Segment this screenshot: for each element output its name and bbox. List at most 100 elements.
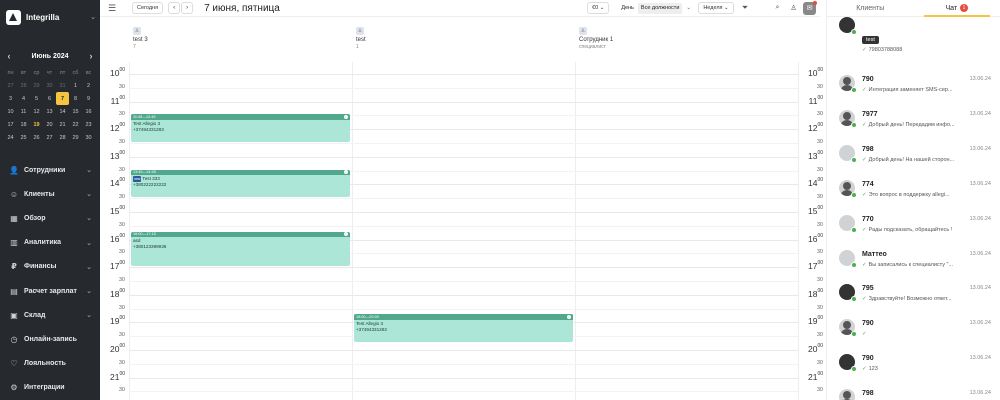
chat-item[interactable]: Маттео 13.06.24 ✓ Вы записались к специалис… xyxy=(827,247,1000,281)
logo-icon xyxy=(6,9,21,25)
info-icon[interactable]: i xyxy=(567,315,571,320)
mini-calendar-day[interactable]: 20 xyxy=(43,118,56,131)
zoom-icon[interactable]: ⌕ xyxy=(771,2,784,15)
mini-calendar-day[interactable]: 9 xyxy=(82,92,95,105)
appointment-card[interactable]: 19:00—20:00 i Test Allegio 3 +37494331283 xyxy=(354,314,573,342)
mini-calendar-day[interactable]: 18 xyxy=(17,118,30,131)
sidebar-item-payroll[interactable]: ▤ Расчет зарплат ⌄ xyxy=(0,279,100,303)
sidebar-item-finance[interactable]: ₽ Финансы ⌄ xyxy=(0,255,100,279)
mini-calendar-day[interactable]: 4 xyxy=(17,92,30,105)
sidebar-item-label: Интеграции xyxy=(24,384,65,392)
mini-calendar-day[interactable]: 10 xyxy=(4,105,17,118)
mini-calendar-day[interactable]: 15 xyxy=(69,105,82,118)
sidebar-item-label: Лояльность xyxy=(24,360,66,368)
chat-item[interactable]: 7977 13.06.24 ✓ Добрый день! Передадим инфо… xyxy=(827,107,1000,141)
online-indicator xyxy=(851,87,857,93)
mini-calendar-day[interactable]: 19 xyxy=(30,118,43,131)
sidebar-item-warehouse[interactable]: ▣ Склад ⌄ xyxy=(0,303,100,327)
sidebar-item-overview[interactable]: ▦ Обзор ⌄ xyxy=(0,206,100,230)
chat-item[interactable]: 790 13.06.24 ✓ xyxy=(827,316,1000,350)
brand[interactable]: Integrilla ⌄ xyxy=(6,9,96,25)
mini-calendar-day[interactable]: 6 xyxy=(43,92,56,105)
chat-item[interactable]: 770 13.06.24 ✓ Рады подсказать, обращайтесь… xyxy=(827,212,1000,246)
mini-calendar-day[interactable]: 2 xyxy=(82,79,95,92)
appointment-card[interactable]: 16:00—17:15 i asd +380123399936 xyxy=(131,231,350,267)
mini-calendar-day[interactable]: 8 xyxy=(69,92,82,105)
mini-calendar-day[interactable]: 24 xyxy=(4,131,17,144)
sidebar-item-analytics[interactable]: ▥ Аналитика ⌄ xyxy=(0,231,100,255)
mini-calendar-day[interactable]: 1 xyxy=(69,79,82,92)
chevron-down-icon: ⌄ xyxy=(86,191,92,199)
mini-calendar-day[interactable]: 28 xyxy=(17,79,30,92)
chat-item[interactable]: 795 13.06.24 ✓ Здравствуйте! Возможно ответ… xyxy=(827,281,1000,315)
chat-item[interactable]: 790 13.06.24 ✓ Интеграция заменяет SMS-сер.… xyxy=(827,72,1000,106)
time-label-hour: 2100 xyxy=(808,371,823,382)
mini-calendar-day[interactable]: 12 xyxy=(30,105,43,118)
add-user-icon[interactable]: ♙ xyxy=(787,2,800,15)
chat-item[interactable]: 774 13.06.24 ✓ Это вопрос в поддержку alleg… xyxy=(827,177,1000,211)
appointment-card[interactable]: 13:45—14:45 i new Test 333 +380222222222 xyxy=(131,169,350,198)
time-labels-right: 1000 30 1100 30 1200 30 1300 30 1400 30 1500 30 1600… xyxy=(798,62,826,400)
today-button[interactable]: Сегодня xyxy=(132,2,164,14)
minute-value: 00 xyxy=(119,287,125,294)
chat-item[interactable]: ✓ 79803788088 test xyxy=(827,14,1000,53)
chat-item[interactable]: 790 13.06.24 ✓ 123 xyxy=(827,351,1000,385)
mini-calendar-day[interactable]: 16 xyxy=(82,105,95,118)
sidebar-item-integrations[interactable]: ⚙ Интеграции xyxy=(0,376,100,400)
mini-calendar-day[interactable]: 30 xyxy=(82,131,95,144)
chat-item[interactable]: 79813.06.24✓ xyxy=(827,386,1000,400)
mini-calendar-day[interactable]: 21 xyxy=(56,118,69,131)
mini-calendar-day[interactable]: 22 xyxy=(69,118,82,131)
info-icon[interactable]: i xyxy=(344,170,348,175)
mini-calendar-day[interactable]: 14 xyxy=(56,105,69,118)
mini-calendar-day[interactable]: 28 xyxy=(56,131,69,144)
view-day-button[interactable]: День xyxy=(621,5,634,11)
mini-calendar-next-button[interactable]: › xyxy=(86,51,96,61)
notifications-icon[interactable]: ✉ xyxy=(803,0,817,15)
sidebar-item-online-booking[interactable]: ◷ Онлайн-запись xyxy=(0,327,100,351)
time-label-hour: 1000 xyxy=(808,67,823,78)
info-icon[interactable]: i xyxy=(344,232,348,237)
positions-filter[interactable]: Все должности xyxy=(637,2,683,14)
currency-select[interactable]: €0 ⌄ xyxy=(587,2,610,14)
mini-calendar-day[interactable]: 17 xyxy=(4,118,17,131)
mini-calendar-day[interactable]: 13 xyxy=(43,105,56,118)
staff-column-header[interactable]: ♙ test 1 xyxy=(356,27,571,50)
mini-calendar-day[interactable]: 30 xyxy=(43,79,56,92)
chevron-down-icon[interactable]: ⌄ xyxy=(686,5,691,11)
minute-value: 00 xyxy=(119,232,125,239)
sidebar-item-loyalty[interactable]: ♡ Лояльность xyxy=(0,352,100,376)
next-day-button[interactable]: › xyxy=(181,2,194,14)
mini-calendar-day[interactable]: 31 xyxy=(56,79,69,92)
time-label-hour: 1500 xyxy=(110,205,125,216)
mini-calendar-day[interactable]: 7 xyxy=(56,92,69,105)
mini-calendar-day[interactable]: 5 xyxy=(30,92,43,105)
mini-calendar-day[interactable]: 27 xyxy=(43,131,56,144)
prev-day-button[interactable]: ‹ xyxy=(168,2,181,14)
view-week-select[interactable]: Неделя ⌄ xyxy=(698,2,734,14)
sidebar-item-users[interactable]: 👤 Сотрудники ⌄ xyxy=(0,158,100,182)
staff-column-header[interactable]: ♙ test 37 xyxy=(133,27,348,50)
half-hour-line xyxy=(129,198,798,200)
mini-calendar-prev-button[interactable]: ‹ xyxy=(4,51,14,61)
mini-calendar-day[interactable]: 27 xyxy=(4,79,17,92)
mini-calendar-day[interactable]: 23 xyxy=(82,118,95,131)
mini-calendar-day[interactable]: 11 xyxy=(17,105,30,118)
sidebar-item-clients[interactable]: ☺ Клиенты ⌄ xyxy=(0,182,100,206)
time-label-half: 30 xyxy=(118,332,125,339)
info-icon[interactable]: i xyxy=(344,115,348,120)
staff-column-header[interactable]: ♙ Сотрудник 1 специалист xyxy=(579,27,794,50)
chat-last-message: ✓ 123 xyxy=(862,366,990,372)
mini-calendar-day[interactable]: 3 xyxy=(4,92,17,105)
menu-icon[interactable]: ☰ xyxy=(108,3,118,14)
time-label-hour: 1000 xyxy=(110,67,125,78)
sidebar-item-label: Склад xyxy=(24,311,46,319)
mini-calendar-day[interactable]: 26 xyxy=(30,131,43,144)
appointment-card[interactable]: 11:45—12:45 i Test Allegio 3 +37494331283 xyxy=(131,114,350,142)
mini-calendar-day[interactable]: 25 xyxy=(17,131,30,144)
mini-calendar-day[interactable]: 29 xyxy=(30,79,43,92)
chat-panel: Клиенты Чат 1 ✓ 79803788088 test 790 13.06.24… xyxy=(826,0,1000,400)
mini-calendar-day[interactable]: 29 xyxy=(69,131,82,144)
filter-icon[interactable]: ⏷ xyxy=(740,3,750,13)
chat-item[interactable]: 798 13.06.24 ✓ Добрый день! На нашей сторон… xyxy=(827,142,1000,176)
